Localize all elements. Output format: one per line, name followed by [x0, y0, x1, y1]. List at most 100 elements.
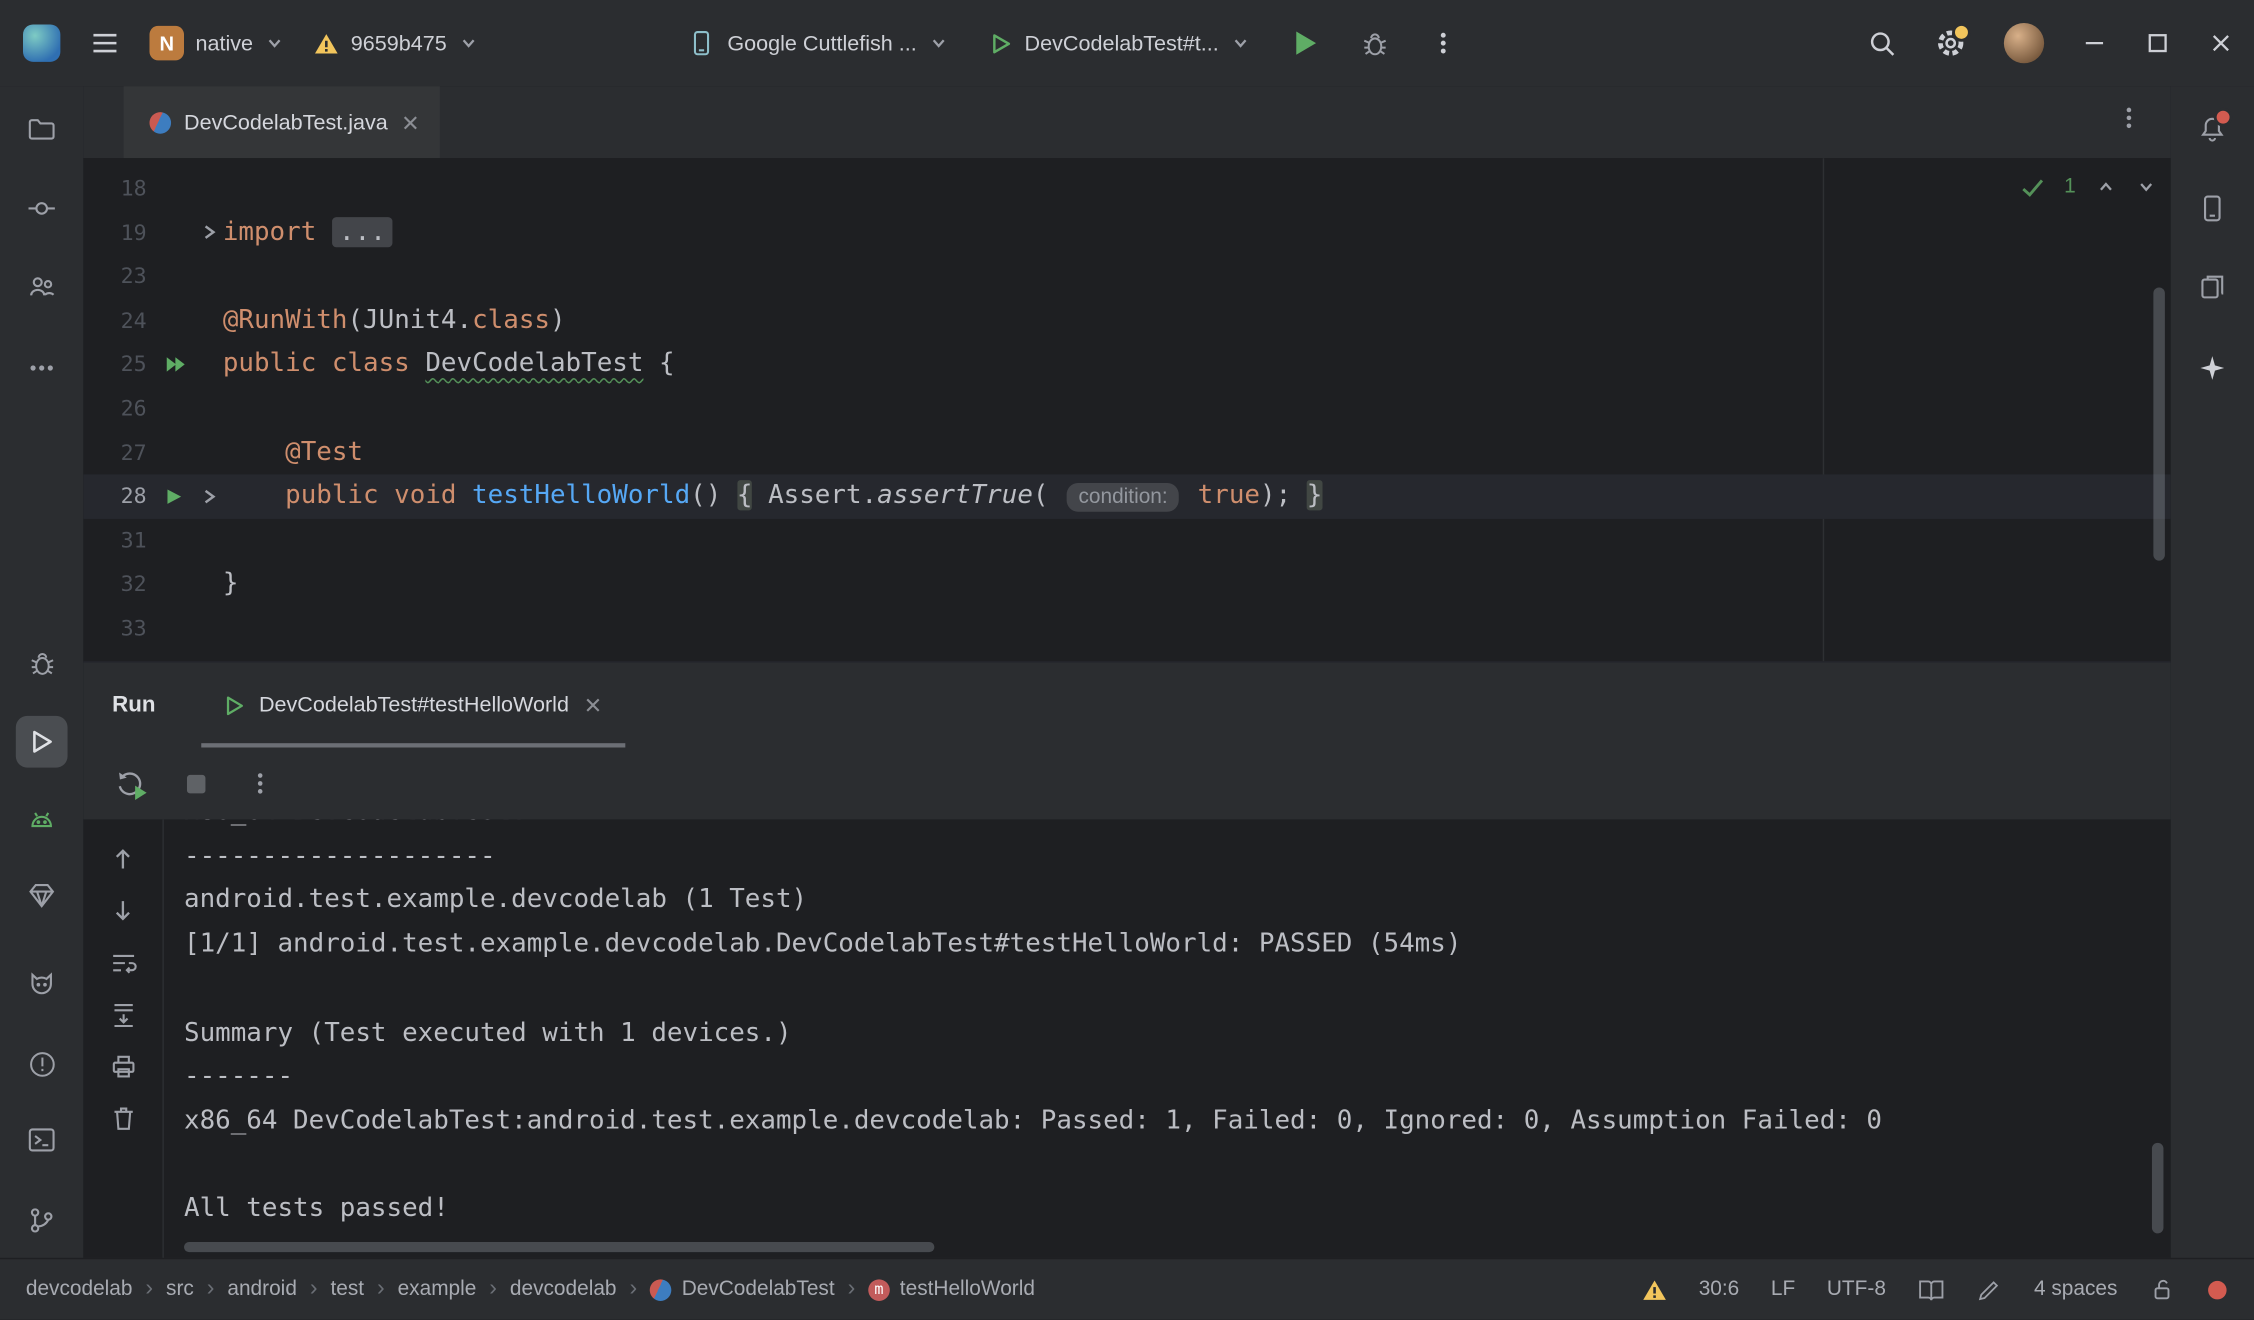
unlock-icon[interactable]	[2149, 1277, 2175, 1303]
close-button[interactable]	[2208, 30, 2234, 56]
editor-line[interactable]: 24@RunWith(JUnit4.class)	[83, 299, 2170, 343]
reader-mode-icon[interactable]	[1918, 1277, 1945, 1301]
code-text: }	[223, 563, 239, 607]
status-red-indicator[interactable]	[2207, 1279, 2229, 1301]
more-tools-icon[interactable]	[16, 342, 68, 394]
breadcrumb-item[interactable]: devcodelab	[510, 1278, 617, 1301]
debug-button[interactable]	[1360, 28, 1390, 58]
minimize-button[interactable]	[2082, 30, 2108, 56]
inspection-widget[interactable]: 1	[2021, 175, 2156, 198]
editor-line[interactable]: 26	[83, 387, 2170, 431]
print-icon[interactable]	[101, 1045, 144, 1088]
version-control-tool-icon[interactable]	[16, 1195, 68, 1247]
console-output[interactable]: x86_64 DevCodelabTest:------------------…	[164, 819, 2171, 1259]
project-badge: N	[150, 26, 185, 61]
editor-line[interactable]: 33	[83, 607, 2170, 651]
run-gutter-icon[interactable]	[164, 343, 187, 387]
editor-line[interactable]: 27 @Test	[83, 431, 2170, 475]
editor-line[interactable]: 31	[83, 519, 2170, 563]
editor-line[interactable]: 19import ...	[83, 211, 2170, 255]
editor-line[interactable]: 25public class DevCodelabTest {	[83, 343, 2170, 387]
run-more-options-kebab-icon[interactable]	[247, 771, 273, 797]
settings-gear-icon[interactable]	[1935, 27, 1967, 59]
user-avatar[interactable]	[2004, 23, 2044, 63]
console-line: x86_64 DevCodelabTest:android.test.examp…	[184, 1100, 2171, 1144]
console-horizontal-scrollbar[interactable]	[184, 1242, 934, 1252]
running-devices-tool-icon[interactable]	[2186, 183, 2238, 235]
pen-icon[interactable]	[1976, 1277, 2002, 1303]
tab-options-kebab-icon[interactable]	[2116, 105, 2142, 131]
breadcrumb-label: test	[330, 1278, 364, 1301]
code-editor[interactable]: 1819import ...2324@RunWith(JUnit4.class)…	[83, 158, 2170, 661]
stop-button[interactable]	[185, 773, 207, 795]
rerun-button[interactable]	[115, 768, 145, 798]
editor-line[interactable]: 28 public void testHelloWorld() { Assert…	[83, 475, 2170, 519]
project-tool-icon[interactable]	[16, 104, 68, 156]
breadcrumb-separator-icon: ›	[145, 1277, 153, 1303]
left-tool-rail	[0, 86, 85, 1259]
breadcrumb-item[interactable]: devcodelab	[26, 1278, 133, 1301]
device-selector[interactable]: Google Cuttlefish ...	[687, 29, 948, 58]
status-warning-icon[interactable]	[1641, 1277, 1667, 1301]
line-separator[interactable]: LF	[1771, 1278, 1795, 1301]
notifications-bell-icon[interactable]	[2186, 104, 2238, 156]
chevron-down-icon	[928, 33, 948, 53]
breadcrumb-item[interactable]: test	[330, 1278, 364, 1301]
breadcrumb-item[interactable]: src	[166, 1278, 194, 1301]
soft-wrap-icon[interactable]	[101, 942, 144, 985]
breadcrumb-separator-icon: ›	[377, 1277, 385, 1303]
scroll-up-icon[interactable]	[101, 837, 144, 880]
fold-arrow-icon[interactable]	[200, 475, 219, 519]
maximize-button[interactable]	[2145, 30, 2171, 56]
scroll-down-icon[interactable]	[101, 888, 144, 931]
scroll-to-end-icon[interactable]	[101, 993, 144, 1036]
problems-tool-icon[interactable]	[16, 1038, 68, 1090]
run-panel-title: Run	[112, 692, 155, 718]
clear-console-trash-icon[interactable]	[101, 1097, 144, 1140]
terminal-tool-icon[interactable]	[16, 1114, 68, 1166]
file-encoding[interactable]: UTF-8	[1827, 1278, 1886, 1301]
breadcrumb-label: DevCodelabTest	[682, 1278, 835, 1301]
debug-tool-icon[interactable]	[16, 637, 68, 689]
run-tab-close-icon[interactable]	[583, 696, 602, 715]
logcat-tool-icon[interactable]	[16, 959, 68, 1011]
prev-problem-chevron-icon[interactable]	[2096, 177, 2116, 197]
breadcrumb-item[interactable]: example	[398, 1278, 477, 1301]
next-problem-chevron-icon[interactable]	[2136, 177, 2156, 197]
device-explorer-tool-icon[interactable]	[2186, 262, 2238, 314]
editor-tab[interactable]: DevCodelabTest.java	[124, 86, 440, 158]
commit-tool-icon[interactable]	[16, 183, 68, 235]
run-configuration-selector[interactable]: DevCodelabTest#t...	[989, 31, 1251, 55]
run-gutter-icon[interactable]	[164, 475, 184, 519]
editor-line[interactable]: 18	[83, 167, 2170, 211]
run-toolbar	[83, 748, 2170, 820]
android-tool-icon[interactable]	[16, 795, 68, 847]
search-everywhere-icon[interactable]	[1867, 28, 1897, 58]
vcs-branch-widget[interactable]: 9659b475	[313, 31, 478, 55]
device-manager-tool-icon[interactable]	[16, 870, 68, 922]
breadcrumb-label: example	[398, 1278, 477, 1301]
console-vertical-scrollbar[interactable]	[2152, 1143, 2164, 1234]
indent-setting[interactable]: 4 spaces	[2034, 1278, 2117, 1301]
editor-line[interactable]: 32}	[83, 563, 2170, 607]
project-selector[interactable]: N native	[150, 26, 285, 61]
device-phone-icon	[687, 29, 716, 58]
editor-scrollbar[interactable]	[2153, 288, 2165, 561]
more-actions-icon[interactable]	[1430, 30, 1456, 56]
console-line	[184, 967, 2171, 1011]
tab-close-icon[interactable]	[401, 113, 420, 132]
pull-requests-tool-icon[interactable]	[16, 262, 68, 314]
breadcrumb-item[interactable]: DevCodelabTest	[650, 1278, 835, 1301]
code-text: @RunWith(JUnit4.class)	[223, 299, 566, 343]
run-tab[interactable]: DevCodelabTest#testHelloWorld	[201, 663, 625, 748]
fold-arrow-icon[interactable]	[200, 211, 219, 255]
run-tool-icon[interactable]	[16, 716, 68, 768]
breadcrumb-item[interactable]: mtestHelloWorld	[868, 1278, 1035, 1301]
breadcrumb-item[interactable]: android	[227, 1278, 297, 1301]
caret-position[interactable]: 30:6	[1699, 1278, 1740, 1301]
gemini-tool-icon[interactable]	[2186, 342, 2238, 394]
android-studio-window: N native 9659b475 Goo	[0, 0, 2254, 1320]
run-button[interactable]	[1291, 29, 1320, 58]
main-menu-icon[interactable]	[89, 27, 121, 59]
editor-line[interactable]: 23	[83, 255, 2170, 299]
